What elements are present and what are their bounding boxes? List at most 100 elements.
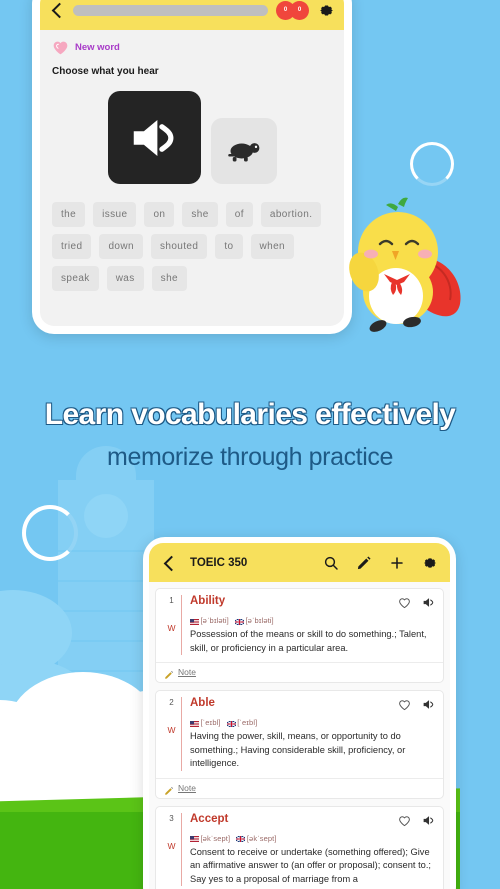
search-icon[interactable] bbox=[323, 555, 339, 571]
flag-us-icon bbox=[190, 618, 199, 625]
vocab-index: 2 bbox=[169, 698, 174, 707]
page-title: TOEIC 350 bbox=[190, 556, 248, 569]
word-chip[interactable]: of bbox=[225, 202, 253, 227]
life-dot: 0 bbox=[290, 0, 309, 20]
phonetic-uk: [əˈbɪləti] bbox=[245, 616, 274, 625]
vocab-list: 1 W Ability [əˈbɪləti] [əˈbɪləti] Posses… bbox=[149, 582, 450, 889]
vocab-word: Able bbox=[190, 697, 215, 709]
pencil-icon[interactable] bbox=[356, 555, 372, 571]
new-word-label: New word bbox=[75, 42, 120, 53]
word-chip[interactable]: she bbox=[151, 266, 187, 291]
lesson-content: New word Choose what you hear the issue … bbox=[40, 30, 344, 326]
pencil-icon bbox=[164, 783, 174, 795]
vocab-note-label: Note bbox=[178, 782, 196, 793]
word-chip[interactable]: she bbox=[182, 202, 218, 227]
vocab-card[interactable]: 2 W Able [ˈeɪbl] [ˈeɪbl] Having the powe… bbox=[155, 690, 444, 799]
hearts-counter-icon[interactable]: 0 0 bbox=[276, 0, 310, 20]
word-chip[interactable]: issue bbox=[93, 202, 137, 227]
pencil-icon bbox=[164, 667, 174, 679]
vocab-definition: Having the power, skill, means, or oppor… bbox=[190, 731, 406, 768]
vocab-note-label: Note bbox=[178, 667, 196, 677]
phonetic-us: [əˈbɪləti] bbox=[200, 616, 229, 625]
chevron-left-icon[interactable] bbox=[49, 2, 65, 18]
word-chip[interactable]: tried bbox=[52, 234, 92, 259]
page-subtitle: memorize through practice bbox=[107, 443, 393, 471]
vocab-note-row[interactable]: Note bbox=[156, 662, 443, 682]
word-chip[interactable]: down bbox=[99, 234, 143, 259]
word-chip[interactable]: the bbox=[52, 202, 86, 227]
audio-controls bbox=[52, 91, 332, 184]
vocab-card-main: 1 W Ability [əˈbɪləti] [əˈbɪləti] Posses… bbox=[156, 589, 443, 662]
vocab-card-title-row: Ability bbox=[190, 595, 435, 614]
lesson-top-bar: 0 0 bbox=[40, 0, 344, 30]
vocab-phone-frame: TOEIC 350 1 W Ability [əˈbɪləti] [əˈbɪlə… bbox=[143, 537, 456, 889]
vocab-card-actions bbox=[398, 813, 435, 832]
heart-outline-icon[interactable] bbox=[398, 814, 411, 832]
new-word-badge: New word bbox=[52, 40, 332, 55]
vocab-card-title-row: Able bbox=[190, 697, 435, 716]
gear-icon[interactable] bbox=[318, 2, 335, 19]
flag-uk-icon bbox=[236, 835, 246, 843]
word-chip[interactable]: speak bbox=[52, 266, 99, 291]
vocab-part-of-speech: W bbox=[167, 840, 176, 851]
flag-us-icon bbox=[190, 720, 199, 727]
word-chip[interactable]: when bbox=[250, 234, 295, 259]
turtle-icon[interactable] bbox=[210, 118, 277, 184]
phonetic-us: [ˈeɪbl] bbox=[200, 718, 221, 727]
word-chip[interactable]: abortion. bbox=[260, 202, 322, 227]
flag-us-icon bbox=[190, 835, 199, 843]
vocab-note-row[interactable]: Note bbox=[156, 777, 443, 798]
gear-icon[interactable] bbox=[422, 555, 438, 571]
lesson-prompt: Choose what you hear bbox=[52, 66, 159, 77]
vocab-index: 3 bbox=[169, 813, 174, 823]
speaker-icon[interactable] bbox=[422, 698, 435, 716]
vocab-phonetics: [ˈeɪbl] [ˈeɪbl] bbox=[190, 718, 435, 728]
page-title: Learn vocabularies effectively bbox=[44, 398, 456, 431]
superhero-chick-mascot bbox=[340, 196, 470, 336]
vocab-card-actions bbox=[398, 595, 435, 614]
decorative-ring-right bbox=[410, 142, 454, 186]
word-chip-list: the issue on she of abortion. tried down… bbox=[52, 202, 332, 291]
vocab-card[interactable]: 3 W Accept [əkˈsept] [əkˈsept] Consent t… bbox=[155, 805, 444, 889]
vocab-card-body: Accept [əkˈsept] [əkˈsept] Consent to re… bbox=[181, 812, 435, 886]
word-chip[interactable]: shouted bbox=[150, 234, 208, 259]
speaker-icon[interactable] bbox=[422, 814, 435, 832]
vocab-card-meta: 2 W bbox=[162, 697, 181, 771]
vocab-phonetics: [əkˈsept] [əkˈsept] bbox=[190, 834, 435, 843]
vocab-card-meta: 3 W bbox=[162, 813, 181, 887]
flag-uk-icon bbox=[226, 720, 237, 728]
lesson-phone-frame: 0 0 New word Choose what you hear the is… bbox=[32, 0, 352, 334]
vocab-card-meta: 1 W bbox=[162, 595, 181, 655]
vocab-definition: Consent to receive or undertake (somethi… bbox=[190, 846, 431, 884]
lesson-progress-bar bbox=[73, 4, 268, 16]
word-chip[interactable]: on bbox=[144, 202, 175, 227]
chevron-left-icon[interactable] bbox=[161, 555, 177, 571]
phonetic-uk: [əkˈsept] bbox=[246, 833, 277, 843]
lesson-screen: 0 0 New word Choose what you hear the is… bbox=[40, 0, 344, 326]
decorative-ring-left bbox=[22, 505, 78, 561]
vocab-part-of-speech: W bbox=[167, 623, 176, 633]
heart-outline-icon[interactable] bbox=[398, 596, 411, 614]
word-chip[interactable]: was bbox=[106, 266, 144, 291]
speaker-icon[interactable] bbox=[422, 596, 435, 614]
vocab-card[interactable]: 1 W Ability [əˈbɪləti] [əˈbɪləti] Posses… bbox=[155, 588, 444, 683]
vocab-card-main: 2 W Able [ˈeɪbl] [ˈeɪbl] Having the powe… bbox=[156, 691, 443, 778]
heart-icon bbox=[52, 40, 69, 55]
heart-outline-icon[interactable] bbox=[398, 698, 411, 716]
phonetic-us: [əkˈsept] bbox=[200, 833, 231, 843]
word-chip[interactable]: to bbox=[215, 234, 243, 259]
vocab-definition: Possession of the means or skill to do s… bbox=[190, 629, 427, 653]
vocab-card-body: Ability [əˈbɪləti] [əˈbɪləti] Possession… bbox=[181, 595, 435, 655]
phonetic-uk: [ˈeɪbl] bbox=[237, 718, 258, 727]
vocab-card-main: 3 W Accept [əkˈsept] [əkˈsept] Consent t… bbox=[156, 807, 443, 889]
speaker-icon[interactable] bbox=[107, 91, 201, 184]
vocab-word: Accept bbox=[190, 812, 229, 825]
vocab-part-of-speech: W bbox=[167, 725, 176, 735]
plus-icon[interactable] bbox=[389, 555, 405, 571]
vocab-card-title-row: Accept bbox=[190, 813, 435, 832]
vocab-index: 1 bbox=[169, 596, 174, 605]
vocab-phonetics: [əˈbɪləti] [əˈbɪləti] bbox=[190, 616, 435, 626]
vocab-card-actions bbox=[398, 697, 435, 716]
flag-uk-icon bbox=[234, 618, 245, 626]
clock-face bbox=[84, 494, 128, 538]
